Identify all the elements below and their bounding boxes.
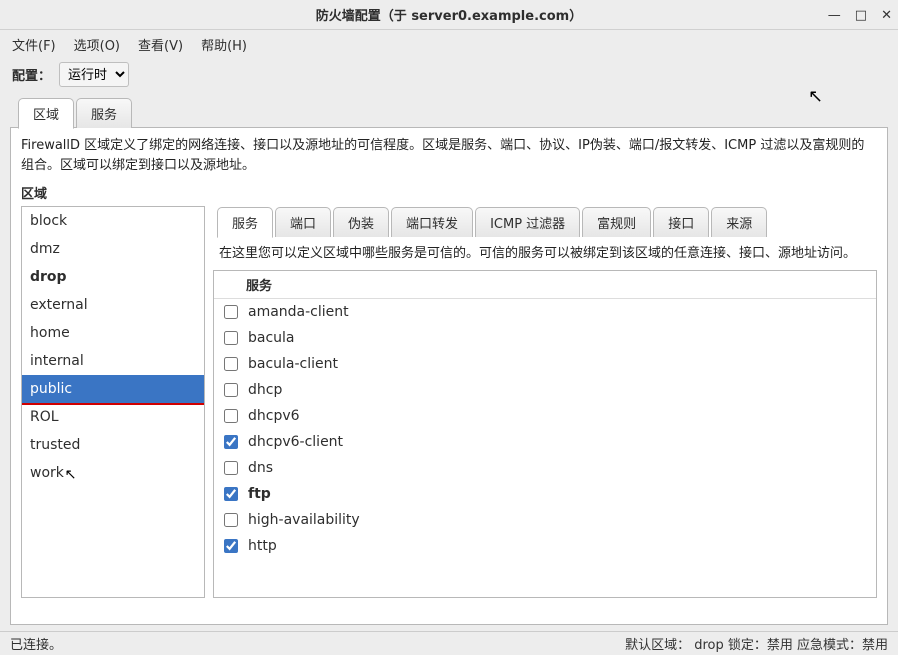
services-panel: 服务 amanda-client bacula bacula-client dhcp d… <box>213 270 877 599</box>
subtab-rich[interactable]: 富规则 <box>582 207 651 237</box>
service-row-ftp[interactable]: ftp <box>214 481 876 507</box>
zone-item-block[interactable]: block <box>22 207 204 235</box>
subtab-masq[interactable]: 伪装 <box>333 207 389 237</box>
service-label: high-availability <box>248 512 360 528</box>
config-row: 配置： 运行时 <box>0 58 898 97</box>
minimize-button[interactable]: — <box>828 8 841 23</box>
menu-file[interactable]: 文件(F) <box>12 35 56 54</box>
subtab-sources[interactable]: 来源 <box>711 207 767 237</box>
tab-zone[interactable]: 区域 <box>18 98 74 129</box>
zone-item-public[interactable]: public <box>22 375 204 403</box>
subtab-icmp[interactable]: ICMP 过滤器 <box>475 207 580 237</box>
subtab-ports[interactable]: 端口 <box>275 207 331 237</box>
service-checkbox-bacula-client[interactable] <box>224 357 238 371</box>
service-checkbox-dhcp[interactable] <box>224 383 238 397</box>
status-connection: 已连接。 <box>10 634 62 653</box>
service-label: bacula <box>248 330 295 346</box>
service-row-high-availability[interactable]: high-availability <box>214 507 876 533</box>
service-checkbox-http[interactable] <box>224 539 238 553</box>
service-checkbox-ftp[interactable] <box>224 487 238 501</box>
menu-view[interactable]: 查看(V) <box>138 35 183 54</box>
annotation-underline <box>22 403 204 405</box>
service-row-dhcp[interactable]: dhcp <box>214 377 876 403</box>
service-row-bacula-client[interactable]: bacula-client <box>214 351 876 377</box>
services-description: 在这里您可以定义区域中哪些服务是可信的。可信的服务可以被绑定到该区域的任意连接、… <box>213 236 877 270</box>
service-checkbox-amanda-client[interactable] <box>224 305 238 319</box>
statusbar: 已连接。 默认区域： drop 锁定：禁用 应急模式：禁用 <box>0 631 898 655</box>
zone-item-dmz[interactable]: dmz <box>22 235 204 263</box>
zone-detail-panel: 服务 端口 伪装 端口转发 ICMP 过滤器 富规则 接口 来源 在这里您可以定… <box>213 206 877 598</box>
window-titlebar: 防火墙配置（于 server0.example.com） — □ ✕ <box>0 0 898 30</box>
service-row-dhcpv6[interactable]: dhcpv6 <box>214 403 876 429</box>
zone-item-home[interactable]: home <box>22 319 204 347</box>
services-header-label: 服务 <box>246 275 272 294</box>
config-select[interactable]: 运行时 <box>59 62 129 87</box>
status-summary: 默认区域： drop 锁定：禁用 应急模式：禁用 <box>625 634 888 653</box>
subtab-portfwd[interactable]: 端口转发 <box>391 207 473 237</box>
service-row-amanda-client[interactable]: amanda-client <box>214 299 876 325</box>
service-label: bacula-client <box>248 356 338 372</box>
service-label: amanda-client <box>248 304 349 320</box>
service-checkbox-high-availability[interactable] <box>224 513 238 527</box>
service-label: dns <box>248 460 273 476</box>
service-label: dhcpv6-client <box>248 434 343 450</box>
service-label: http <box>248 538 277 554</box>
zone-heading: 区域 <box>21 183 877 202</box>
subtab-services[interactable]: 服务 <box>217 207 273 238</box>
service-row-dns[interactable]: dns <box>214 455 876 481</box>
main-panel: FirewallD 区域定义了绑定的网络连接、接口以及源地址的可信程度。区域是服… <box>10 127 888 625</box>
service-row-http[interactable]: http <box>214 533 876 559</box>
service-checkbox-dhcpv6-client[interactable] <box>224 435 238 449</box>
service-checkbox-dns[interactable] <box>224 461 238 475</box>
service-row-bacula[interactable]: bacula <box>214 325 876 351</box>
zone-item-work[interactable]: work <box>22 459 204 487</box>
tab-service[interactable]: 服务 <box>76 98 132 128</box>
main-tabs: 区域 服务 <box>0 97 898 128</box>
zone-item-drop[interactable]: drop <box>22 263 204 291</box>
window-title: 防火墙配置（于 server0.example.com） <box>316 5 582 24</box>
zone-list[interactable]: blockdmzdropexternalhomeinternalpublicRO… <box>21 206 205 598</box>
subtab-ifaces[interactable]: 接口 <box>653 207 709 237</box>
menubar: 文件(F) 选项(O) 查看(V) 帮助(H) <box>0 30 898 58</box>
service-row-dhcpv6-client[interactable]: dhcpv6-client <box>214 429 876 455</box>
service-label: dhcp <box>248 382 282 398</box>
service-label: dhcpv6 <box>248 408 300 424</box>
zone-item-external[interactable]: external <box>22 291 204 319</box>
sub-tabs: 服务 端口 伪装 端口转发 ICMP 过滤器 富规则 接口 来源 <box>213 206 877 237</box>
service-checkbox-bacula[interactable] <box>224 331 238 345</box>
service-checkbox-dhcpv6[interactable] <box>224 409 238 423</box>
zone-description: FirewallD 区域定义了绑定的网络连接、接口以及源地址的可信程度。区域是服… <box>21 136 877 175</box>
close-button[interactable]: ✕ <box>881 8 892 23</box>
zone-item-ROL[interactable]: ROL <box>22 403 204 431</box>
services-list[interactable]: amanda-client bacula bacula-client dhcp dhcp… <box>214 299 876 598</box>
menu-help[interactable]: 帮助(H) <box>201 35 247 54</box>
zone-item-trusted[interactable]: trusted <box>22 431 204 459</box>
maximize-button[interactable]: □ <box>855 8 867 23</box>
menu-options[interactable]: 选项(O) <box>74 35 120 54</box>
services-header: 服务 <box>214 271 876 299</box>
config-label: 配置： <box>12 65 51 84</box>
zone-item-internal[interactable]: internal <box>22 347 204 375</box>
service-label: ftp <box>248 486 271 502</box>
